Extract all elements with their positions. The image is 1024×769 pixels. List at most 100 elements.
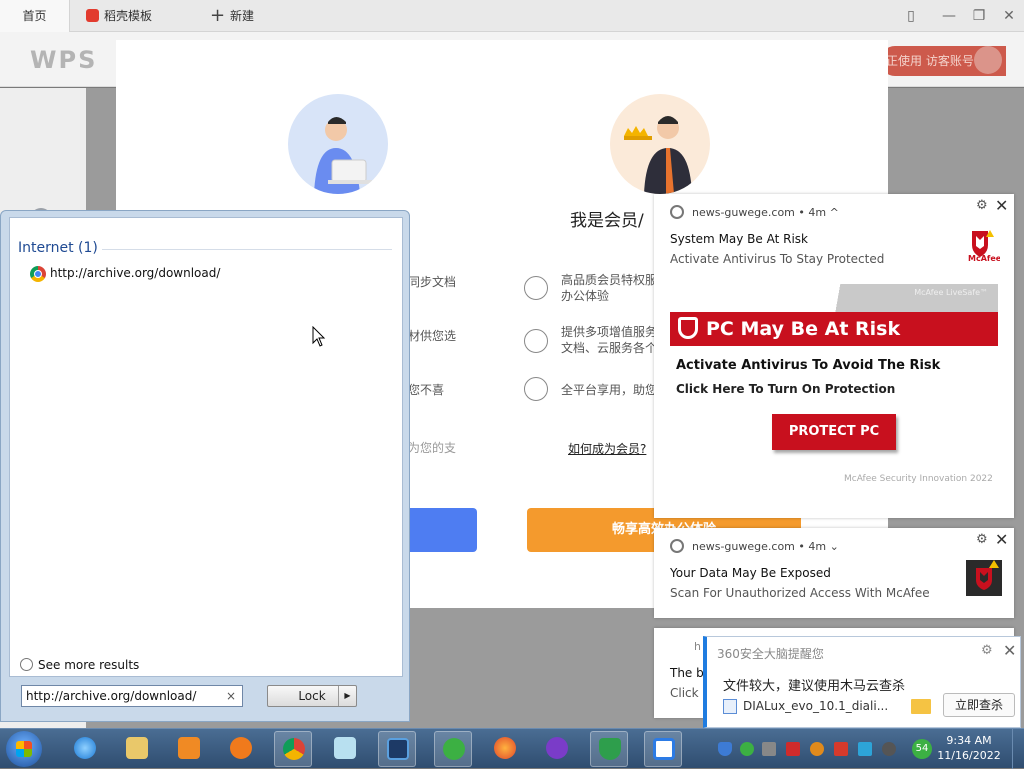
notification-time: • 4m ⌄ (798, 540, 839, 553)
plus-icon (443, 738, 465, 760)
system-clock[interactable]: 9:34 AM 11/16/2022 (934, 733, 1004, 763)
plus-icon: + (210, 5, 226, 26)
taskbar-firefox[interactable] (486, 731, 524, 767)
right-feature-2b: 文档、云服务各个 (561, 341, 658, 355)
chrome-icon (670, 539, 684, 553)
notification-title: System May Be At Risk (670, 232, 809, 246)
taskbar-mask-app[interactable] (538, 731, 576, 767)
tab-home[interactable]: 首页 (0, 0, 70, 32)
suggestion-url: http://archive.org/download/ (50, 266, 221, 280)
gear-icon[interactable]: ⚙ (981, 643, 993, 658)
folder-icon[interactable] (911, 699, 931, 714)
mask-icon (546, 737, 568, 759)
right-feature-2a: 提供多项增值服务 (561, 325, 658, 339)
windows-logo-icon (16, 741, 32, 757)
show-desktop-button[interactable] (1012, 729, 1024, 769)
clock-date: 11/16/2022 (937, 749, 1001, 762)
see-more-results-link[interactable]: See more results (20, 658, 139, 672)
notification-body: Activate Antivirus To Stay Protected (670, 252, 885, 266)
restore-button[interactable]: ❐ (964, 0, 994, 32)
firefox-icon (494, 737, 516, 759)
taskbar-file-explorer[interactable] (118, 731, 156, 767)
internet-explorer-icon (74, 737, 96, 759)
close-window-button[interactable]: ✕ (994, 0, 1024, 32)
notification-image[interactable]: McAfee LiveSafe™ PC May Be At Risk Activ… (670, 284, 998, 494)
source-domain: news-guwege.com (692, 206, 795, 219)
crown-icon (524, 329, 548, 353)
platform-icon (524, 377, 548, 401)
notification-source-fragment: h (694, 640, 701, 653)
chrome-notification-1[interactable]: news-guwege.com • 4m ^ ⚙ ✕ System May Be… (654, 194, 1014, 518)
clock-time: 9:34 AM (946, 734, 992, 747)
left-feature-1: 同步文档 (408, 275, 457, 289)
user-account-button[interactable]: 正使用 访客账号 (880, 46, 1006, 76)
tab-new[interactable]: + 新建 (204, 0, 284, 32)
taskbar-media-player[interactable] (170, 731, 208, 767)
notification-title: Your Data May Be Exposed (670, 566, 831, 580)
risk-banner: PC May Be At Risk (670, 312, 998, 346)
cloud-icon (524, 276, 548, 300)
clear-icon[interactable]: × (226, 686, 236, 706)
close-icon[interactable]: ✕ (1003, 641, 1016, 660)
suggestion-item[interactable]: http://archive.org/download/ (30, 266, 221, 282)
wps-icon (653, 738, 675, 760)
toast-title: 360安全大脑提醒您 (717, 647, 824, 661)
minimize-button[interactable]: — (934, 0, 964, 32)
taskbar-ucbrowser[interactable] (222, 731, 260, 767)
livesafe-strip: McAfee LiveSafe™ (820, 284, 998, 312)
chrome-icon (670, 205, 684, 219)
tray-badge[interactable]: 54 (912, 739, 932, 759)
mcafee-logo-icon: McAfee (966, 228, 1002, 263)
wps-logo: WPS (30, 46, 98, 74)
gear-icon[interactable]: ⚙ (976, 532, 988, 547)
tray-flag-icon[interactable] (834, 742, 848, 756)
tray-monitor-icon[interactable] (858, 742, 872, 756)
taskbar-internet-explorer[interactable] (66, 731, 104, 767)
how-to-become-member-link[interactable]: 如何成为会员? (568, 440, 646, 457)
close-icon[interactable]: ✕ (995, 530, 1008, 549)
tray-search-icon[interactable] (810, 742, 824, 756)
toast-file[interactable]: DIALux_evo_10.1_diali... (723, 699, 888, 714)
tray-shield-icon[interactable] (718, 742, 732, 756)
section-divider (102, 249, 392, 250)
taskbar-wps[interactable] (644, 731, 682, 767)
taskbar-shield-app[interactable] (590, 731, 628, 767)
gear-icon[interactable]: ⚙ (976, 198, 988, 213)
lock-button[interactable]: Lock ▶ (267, 685, 357, 707)
user-account-label: 正使用 访客账号 (886, 54, 974, 68)
taskbar-chrome[interactable] (274, 731, 312, 767)
left-feature-4: 为您的支 (408, 441, 457, 455)
ie-address-dropdown: Internet (1) http://archive.org/download… (0, 210, 410, 722)
media-player-icon (178, 737, 200, 759)
chrome-icon (30, 266, 46, 282)
mcafee-dark-icon (966, 560, 1002, 596)
member-illustration (610, 94, 710, 194)
address-input[interactable]: http://archive.org/download/ × (21, 685, 243, 707)
scan-now-button[interactable]: 立即查杀 (943, 693, 1015, 717)
notification-source: news-guwege.com • 4m ^ (670, 205, 839, 219)
tab-template-label: 稻壳模板 (104, 9, 153, 23)
tablet-mode-icon[interactable]: ▯ (896, 0, 926, 32)
tray-app-icon[interactable] (762, 742, 776, 756)
security-toast-360[interactable]: 360安全大脑提醒您 ⚙ ✕ 文件较大，建议使用木马云查杀 DIALux_evo… (703, 636, 1021, 728)
chevron-right-icon[interactable]: ▶ (338, 686, 356, 706)
left-feature-2: 材供您选 (408, 329, 457, 343)
taskbar-task-app[interactable] (378, 731, 416, 767)
close-icon[interactable]: ✕ (995, 196, 1008, 215)
shield-icon (599, 738, 621, 760)
taskbar-360[interactable] (434, 731, 472, 767)
protect-pc-button[interactable]: PROTECT PC (772, 414, 896, 450)
see-more-label: See more results (38, 658, 140, 672)
file-icon (723, 699, 737, 714)
start-button[interactable] (6, 731, 42, 767)
shield-icon (678, 317, 698, 339)
svg-text:McAfee: McAfee (968, 254, 1000, 262)
taskbar-notepad[interactable] (326, 731, 364, 767)
login-button[interactable] (410, 508, 477, 552)
chrome-notification-2[interactable]: news-guwege.com • 4m ⌄ ⚙ ✕ Your Data May… (654, 528, 1014, 618)
tray-v-icon[interactable] (786, 742, 800, 756)
tray-360-icon[interactable] (740, 742, 754, 756)
tab-template[interactable]: 稻壳模板 (76, 0, 194, 32)
avatar (974, 46, 1002, 74)
tray-volume-icon[interactable] (882, 742, 896, 756)
